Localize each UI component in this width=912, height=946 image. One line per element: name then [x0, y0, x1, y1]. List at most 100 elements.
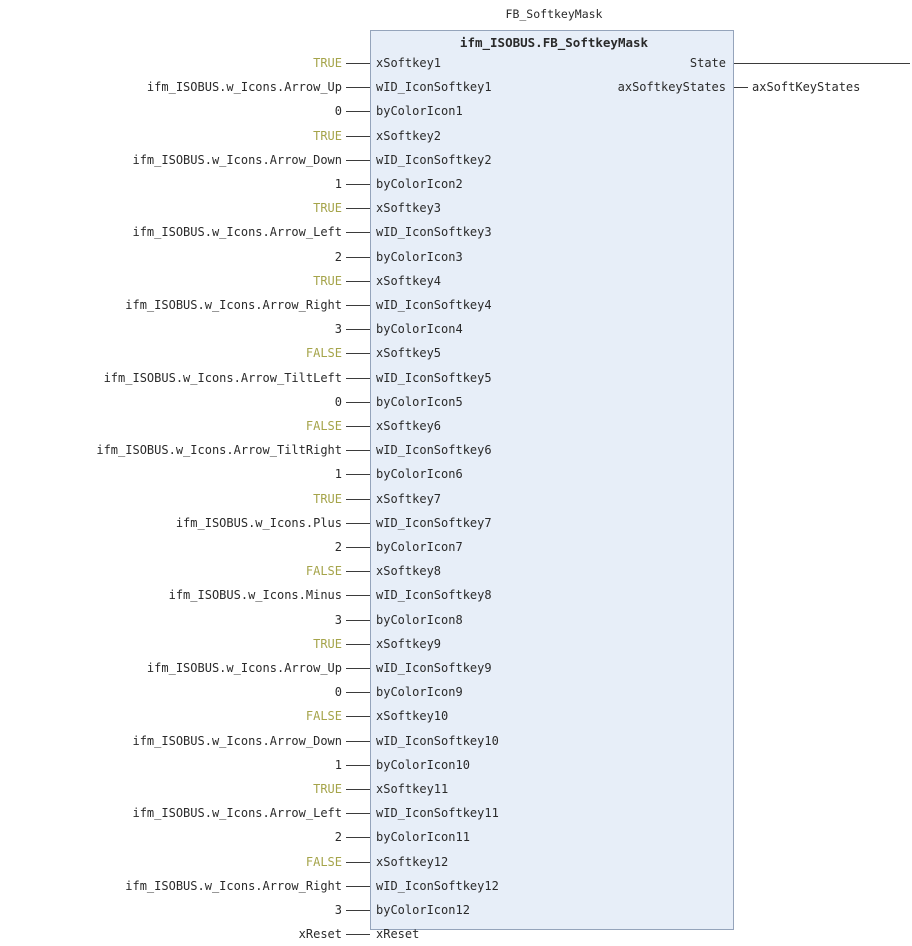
input-value[interactable]: 2: [335, 538, 342, 556]
input-value[interactable]: ifm_ISOBUS.w_Icons.Arrow_Up: [147, 659, 342, 677]
input-pin-row: 3 byColorIcon8: [0, 611, 912, 629]
input-pin-name: wID_IconSoftkey6: [376, 443, 492, 458]
input-value[interactable]: ifm_ISOBUS.w_Icons.Arrow_Down: [132, 151, 342, 169]
input-value[interactable]: 1: [335, 465, 342, 483]
input-pin-row: FALSE xSoftkey8: [0, 562, 912, 580]
input-wire: [346, 401, 370, 403]
input-pin-row: FALSE xSoftkey6: [0, 417, 912, 435]
input-pin-name: xSoftkey8: [376, 564, 442, 579]
input-pin-row: TRUE xSoftkey3: [0, 199, 912, 217]
input-value[interactable]: FALSE: [306, 344, 342, 362]
input-pin-row: 2 byColorIcon3: [0, 248, 912, 266]
input-wire: [346, 135, 370, 137]
input-value[interactable]: TRUE: [313, 272, 342, 290]
input-pin-name: wID_IconSoftkey4: [376, 298, 492, 312]
input-value[interactable]: 0: [335, 683, 342, 701]
input-value[interactable]: TRUE: [313, 127, 342, 145]
input-pin-row: 3 byColorIcon12: [0, 901, 912, 919]
output-value[interactable]: axSoftKeyStates: [752, 78, 860, 96]
input-value[interactable]: 2: [335, 248, 342, 266]
input-pin-name: byColorIcon10: [376, 757, 470, 772]
input-wire: [346, 498, 370, 500]
input-pin-name: wID_IconSoftkey11: [376, 806, 499, 821]
input-pin-name: xSoftkey12: [376, 854, 449, 869]
input-pin-row: 2 byColorIcon11: [0, 828, 912, 846]
input-pin-row: FALSE xSoftkey5: [0, 344, 912, 362]
input-pin-row: ifm_ISOBUS.w_Icons.Arrow_TiltLeft wID_Ico…: [0, 369, 912, 387]
input-value[interactable]: 1: [335, 175, 342, 193]
input-value[interactable]: TRUE: [313, 199, 342, 217]
input-pin-row: 0 byColorIcon1: [0, 102, 912, 120]
input-wire: [346, 861, 370, 863]
input-value[interactable]: ifm_ISOBUS.w_Icons.Arrow_Right: [125, 296, 342, 314]
input-value[interactable]: xReset: [299, 925, 342, 943]
input-pin-row: 1 byColorIcon6: [0, 465, 912, 483]
input-value[interactable]: FALSE: [306, 417, 342, 435]
fb-instance-name: FB_SoftkeyMask: [505, 7, 603, 21]
input-pin-row: ifm_ISOBUS.w_Icons.Arrow_Up wID_IconSoftk…: [0, 659, 912, 677]
input-value[interactable]: 3: [335, 320, 342, 338]
input-pin-row: 3 byColorIcon4: [0, 320, 912, 338]
input-pin-name: byColorIcon3: [376, 249, 463, 264]
output-pin-name: State: [689, 56, 726, 70]
input-pin-row: FALSE xSoftkey10: [0, 707, 912, 725]
input-pin-name: byColorIcon9: [376, 685, 463, 700]
input-wire: [346, 643, 370, 645]
input-pin-name: xSoftkey5: [376, 346, 442, 361]
input-value[interactable]: TRUE: [313, 490, 342, 508]
input-pin-row: 2 byColorIcon7: [0, 538, 912, 556]
input-value[interactable]: 2: [335, 828, 342, 846]
output-pin-row: axSoftkeyStates axSoftKeyStates: [0, 78, 912, 96]
input-pin-name: wID_IconSoftkey8: [376, 588, 492, 603]
input-pin-name: xSoftkey9: [376, 636, 442, 651]
input-pin-name: xSoftkey7: [376, 491, 442, 506]
input-wire: [346, 692, 370, 694]
input-pin-row: TRUE xSoftkey11: [0, 780, 912, 798]
input-value[interactable]: 0: [335, 102, 342, 120]
input-value[interactable]: ifm_ISOBUS.w_Icons.Arrow_Right: [125, 877, 342, 895]
input-wire: [346, 377, 370, 379]
input-value[interactable]: TRUE: [313, 635, 342, 653]
input-value[interactable]: FALSE: [306, 707, 342, 725]
input-pin-row: ifm_ISOBUS.w_Icons.Arrow_Right wID_IconSo…: [0, 877, 912, 895]
input-value[interactable]: FALSE: [306, 562, 342, 580]
input-wire: [346, 716, 370, 718]
input-value[interactable]: 3: [335, 901, 342, 919]
input-wire: [346, 208, 370, 210]
input-value[interactable]: 0: [335, 393, 342, 411]
input-pin-row: ifm_ISOBUS.w_Icons.Arrow_Down wID_IconSof…: [0, 732, 912, 750]
input-wire: [346, 910, 370, 911]
input-wire: [346, 885, 370, 887]
input-pin-row: ifm_ISOBUS.w_Icons.Arrow_Left wID_IconSof…: [0, 223, 912, 241]
input-pin-name: xReset: [376, 927, 420, 942]
input-wire: [346, 740, 370, 742]
input-value[interactable]: ifm_ISOBUS.w_Icons.Arrow_TiltRight: [96, 441, 342, 459]
input-pin-name: byColorIcon1: [376, 104, 463, 119]
input-wire: [346, 547, 370, 548]
input-value[interactable]: ifm_ISOBUS.w_Icons.Arrow_Down: [132, 732, 342, 750]
input-value[interactable]: ifm_ISOBUS.w_Icons.Plus: [176, 514, 342, 532]
input-value[interactable]: ifm_ISOBUS.w_Icons.Arrow_Left: [132, 804, 342, 822]
input-value[interactable]: 1: [335, 756, 342, 774]
input-value[interactable]: 3: [335, 611, 342, 629]
input-pin-name: byColorIcon2: [376, 177, 463, 191]
input-wire: [346, 764, 370, 766]
input-value[interactable]: FALSE: [306, 853, 342, 871]
input-value[interactable]: TRUE: [313, 780, 342, 798]
input-value[interactable]: ifm_ISOBUS.w_Icons.Arrow_TiltLeft: [104, 369, 342, 387]
input-pin-name: xSoftkey10: [376, 709, 449, 724]
input-pin-row: ifm_ISOBUS.w_Icons.Minus wID_IconSoftkey8: [0, 586, 912, 604]
input-wire: [346, 474, 370, 476]
input-wire: [346, 426, 370, 427]
input-pin-name: byColorIcon5: [376, 394, 463, 409]
input-wire: [346, 522, 370, 524]
input-value[interactable]: ifm_ISOBUS.w_Icons.Minus: [169, 586, 342, 604]
input-pin-name: wID_IconSoftkey2: [376, 152, 492, 167]
input-pin-name: byColorIcon6: [376, 467, 463, 482]
input-pin-name: xSoftkey6: [376, 419, 442, 433]
input-pin-name: wID_IconSoftkey10: [376, 733, 499, 748]
input-wire: [346, 934, 370, 936]
input-pin-name: byColorIcon4: [376, 322, 463, 337]
output-pin-name: axSoftkeyStates: [617, 80, 726, 95]
input-value[interactable]: ifm_ISOBUS.w_Icons.Arrow_Left: [132, 223, 342, 241]
